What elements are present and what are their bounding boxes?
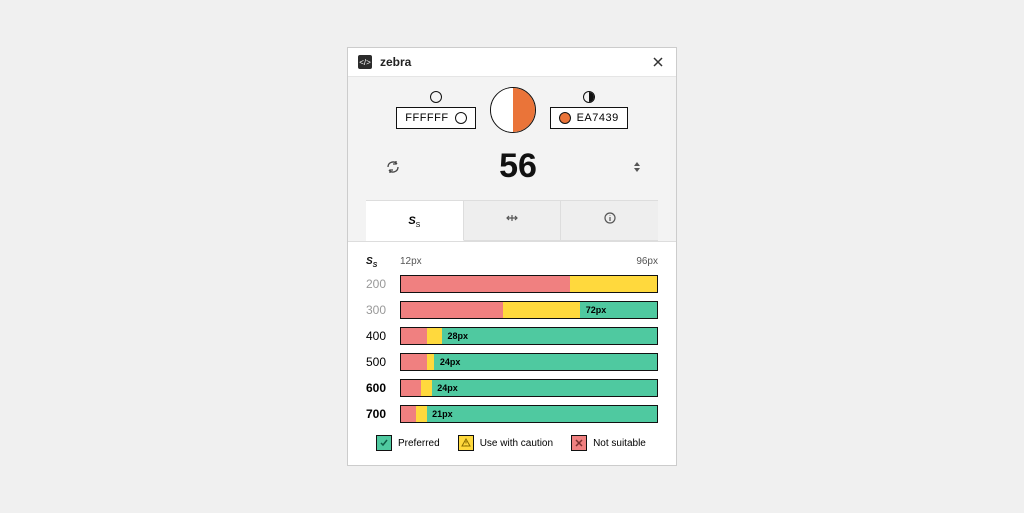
close-icon (652, 56, 664, 68)
contrast-score: 56 (499, 147, 537, 186)
background-swatch (455, 112, 467, 124)
info-icon (603, 211, 617, 225)
background-color-field[interactable]: FFFFFF (396, 107, 475, 129)
content: SS 12px 96px 20030072px40028px50024px600… (348, 242, 676, 465)
weight-row-500: 500 24px (366, 353, 658, 371)
cross-icon (571, 435, 587, 451)
tab-size[interactable]: SS (366, 200, 464, 241)
tab-size-label: SS (408, 215, 420, 227)
axis-y-label: SS (366, 256, 400, 269)
spacing-icon (505, 211, 519, 225)
weight-bar: 24px (400, 353, 658, 371)
weight-label: 400 (366, 329, 400, 343)
titlebar: </> zebra (348, 48, 676, 77)
threshold-label: 24px (437, 357, 464, 367)
foreground-hex: EA7439 (577, 112, 619, 124)
score-row: 56 (366, 137, 658, 200)
weight-label: 600 (366, 381, 400, 395)
app-window: </> zebra FFFFFF EA7439 (347, 47, 677, 466)
circle-half-icon (583, 91, 595, 103)
tabs: SS (366, 200, 658, 241)
app-icon: </> (358, 55, 372, 69)
legend-not-suitable: Not suitable (571, 435, 646, 451)
threshold-label: 72px (583, 305, 610, 315)
contrast-preview (490, 87, 536, 133)
circle-outline-icon (430, 91, 442, 103)
weight-label: 500 (366, 355, 400, 369)
weight-row-300: 300 72px (366, 301, 658, 319)
threshold-label: 24px (434, 383, 461, 393)
weight-row-200: 200 (366, 275, 658, 293)
axis-max: 96px (636, 256, 658, 269)
swap-button[interactable] (384, 158, 402, 176)
swap-icon (386, 160, 400, 174)
weight-bar (400, 275, 658, 293)
weight-rows: 200 300 72px 400 28px 500 24px 600 24px 700 21px (366, 275, 658, 423)
warning-icon (458, 435, 474, 451)
close-button[interactable] (650, 54, 666, 70)
axis-min: 12px (400, 256, 422, 269)
weight-label: 700 (366, 407, 400, 421)
weight-bar: 21px (400, 405, 658, 423)
tab-info[interactable] (561, 200, 658, 240)
background-color-col: FFFFFF (396, 91, 475, 129)
weight-label: 300 (366, 303, 400, 317)
tab-spacing[interactable] (464, 200, 562, 240)
threshold-label: 21px (429, 409, 456, 419)
weight-bar: 24px (400, 379, 658, 397)
foreground-color-col: EA7439 (550, 91, 628, 129)
legend-preferred: Preferred (376, 435, 440, 451)
weight-label: 200 (366, 277, 400, 291)
background-hex: FFFFFF (405, 112, 448, 124)
app-title: zebra (380, 55, 411, 69)
legend-caution: Use with caution (458, 435, 553, 451)
foreground-swatch (559, 112, 571, 124)
foreground-color-field[interactable]: EA7439 (550, 107, 628, 129)
weight-bar: 28px (400, 327, 658, 345)
color-section: FFFFFF EA7439 56 (348, 77, 676, 242)
check-icon (376, 435, 392, 451)
score-stepper[interactable] (634, 162, 640, 172)
legend: Preferred Use with caution Not suitable (366, 435, 658, 451)
axis-row: SS 12px 96px (366, 256, 658, 269)
threshold-label: 28px (445, 331, 472, 341)
chevron-up-icon (634, 162, 640, 166)
weight-bar: 72px (400, 301, 658, 319)
weight-row-700: 700 21px (366, 405, 658, 423)
weight-row-400: 400 28px (366, 327, 658, 345)
chevron-down-icon (634, 168, 640, 172)
weight-row-600: 600 24px (366, 379, 658, 397)
